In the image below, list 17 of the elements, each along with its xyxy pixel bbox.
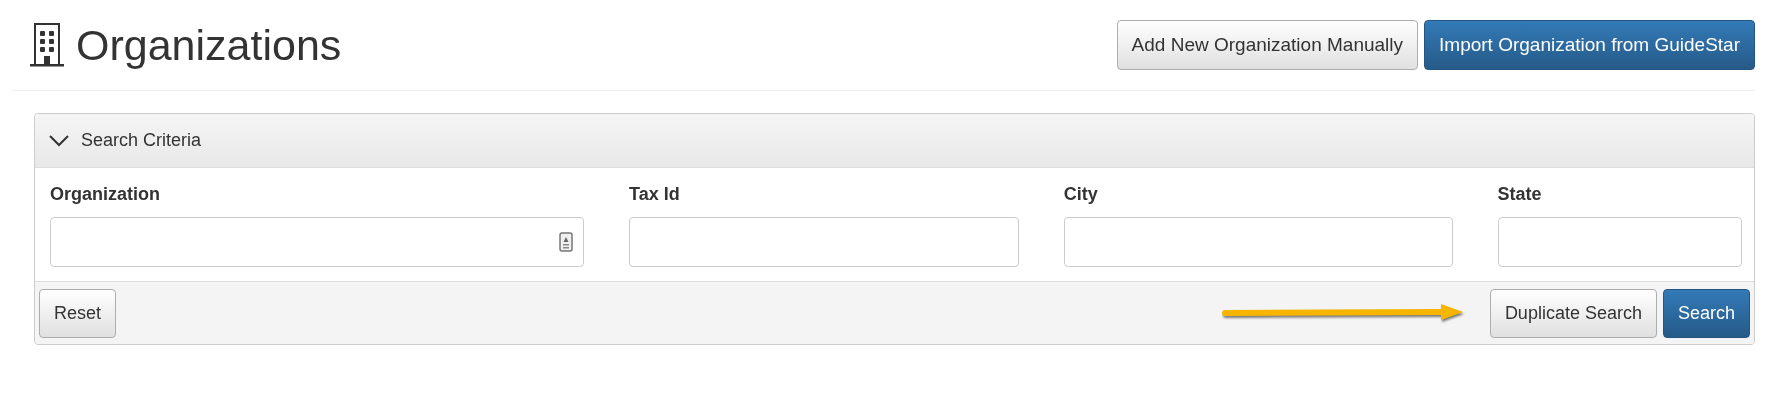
reset-button[interactable]: Reset (39, 288, 117, 338)
search-button[interactable]: Search (1662, 288, 1750, 338)
search-button[interactable]: Duplicate Search (1489, 288, 1657, 338)
page-title: Organizations (76, 20, 342, 70)
field-label: Organization (50, 184, 161, 205)
input-field[interactable] (629, 217, 1019, 267)
building-icon (30, 22, 64, 68)
field-label: State (1497, 184, 1543, 205)
field-label: Tax Id (629, 184, 681, 205)
add-button[interactable]: Add New Organization Manually (1116, 20, 1419, 70)
input-field[interactable] (1063, 217, 1453, 267)
panel-title: Search Criteria (81, 130, 202, 151)
field-label: City (1063, 184, 1099, 205)
import-button[interactable]: Import Organization from GuideStar (1424, 20, 1755, 70)
input-field[interactable] (1497, 217, 1742, 267)
panel-header[interactable]: Search Criteria (35, 114, 1754, 168)
input-field[interactable] (50, 217, 584, 267)
